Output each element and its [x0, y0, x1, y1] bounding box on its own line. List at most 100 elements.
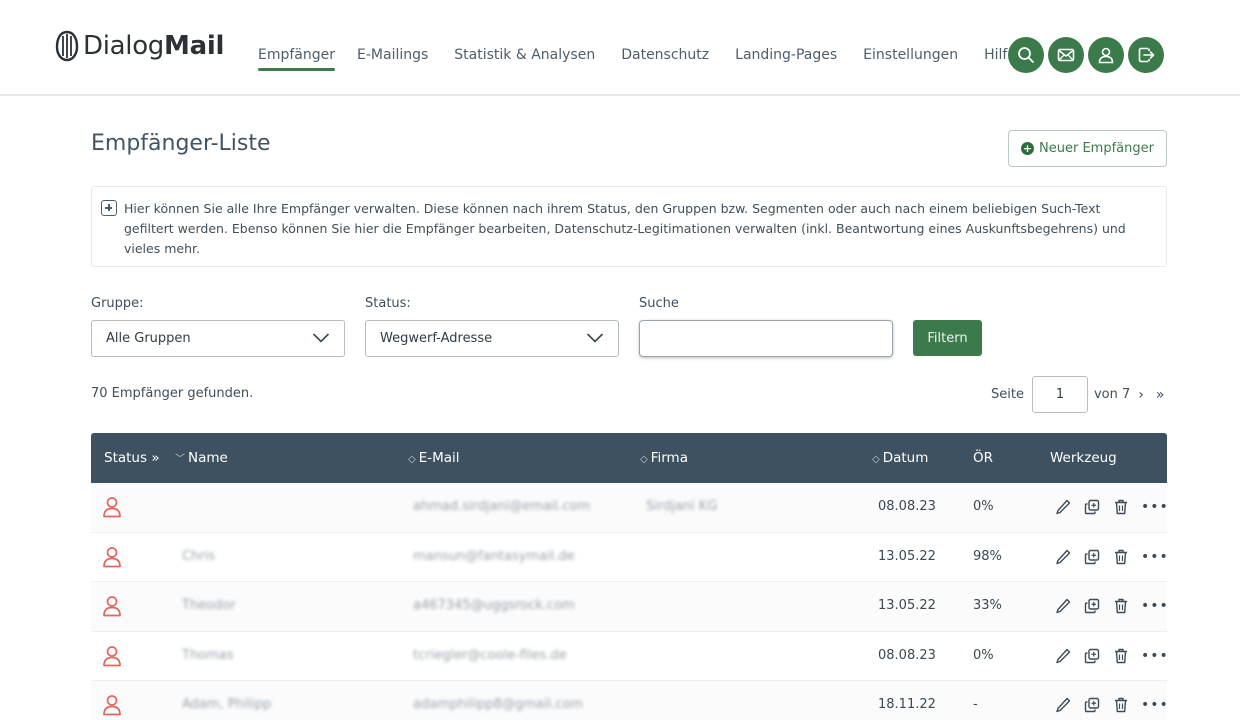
edit-pencil-icon[interactable]	[1054, 498, 1072, 516]
group-label: Gruppe:	[91, 296, 144, 311]
group-select[interactable]: Alle Gruppen	[91, 320, 345, 357]
column-name[interactable]: ﹀ Name	[175, 450, 228, 466]
trash-icon[interactable]	[1112, 597, 1130, 615]
page-title: Empfänger-Liste	[91, 131, 271, 156]
plus-circle-icon: +	[1021, 142, 1035, 155]
logo[interactable]: DialogMail	[54, 30, 224, 62]
cell-open-rate: 33%	[973, 598, 1002, 613]
copy-icon[interactable]	[1083, 548, 1101, 566]
status-expand-icon[interactable]: »	[151, 450, 159, 466]
cell-email: adamphilipp8@gmail.com	[413, 697, 583, 712]
table-row[interactable]: Theodor a467345@uggsrock.com 13.05.22 33…	[91, 582, 1169, 632]
column-email[interactable]: ◇ E-Mail	[408, 450, 460, 466]
next-page-button[interactable]: ›	[1138, 387, 1144, 403]
sort-icon: ◇	[408, 454, 416, 465]
cell-open-rate: 0%	[973, 499, 994, 514]
more-options-icon[interactable]: •••	[1141, 498, 1169, 516]
trash-icon[interactable]	[1112, 548, 1130, 566]
table-row[interactable]: Adam, Philipp adamphilipp8@gmail.com 18.…	[91, 681, 1169, 720]
copy-icon[interactable]	[1083, 597, 1101, 615]
main-nav: Empfänger E-Mailings Statistik & Analyse…	[258, 45, 1042, 71]
group-select-value: Alle Gruppen	[106, 331, 191, 346]
copy-icon[interactable]	[1083, 498, 1101, 516]
cell-name: Thomas	[182, 647, 234, 663]
cell-name: Theodor	[182, 598, 236, 613]
row-tools: •••	[1054, 647, 1169, 665]
status-user-icon	[103, 497, 121, 518]
edit-pencil-icon[interactable]	[1054, 597, 1072, 615]
mail-button[interactable]	[1048, 37, 1084, 73]
logo-icon	[55, 30, 79, 62]
trash-icon[interactable]	[1112, 498, 1130, 516]
nav-item-e-mailings[interactable]: E-Mailings	[357, 45, 428, 65]
table-row[interactable]: Thomas tcriegler@coole-files.de 08.08.23…	[91, 631, 1169, 681]
logout-button[interactable]	[1128, 37, 1164, 73]
status-user-icon	[103, 546, 121, 567]
mail-icon	[1057, 48, 1075, 62]
column-status[interactable]: Status »	[104, 450, 160, 466]
status-user-icon	[103, 695, 121, 716]
nav-item-datenschutz[interactable]: Datenschutz	[621, 45, 709, 65]
nav-item-landing-pages[interactable]: Landing-Pages	[735, 45, 837, 65]
copy-icon[interactable]	[1083, 696, 1101, 714]
column-company[interactable]: ◇ Firma	[640, 450, 688, 466]
table-row[interactable]: ahmad.sirdjani@email.com Sirdjani KG 08.…	[91, 483, 1169, 533]
filter-button[interactable]: Filtern	[913, 320, 982, 356]
logout-icon	[1138, 47, 1155, 63]
table-row[interactable]: Chris mansun@fantasymail.de 13.05.22 98%…	[91, 532, 1169, 582]
nav-item-statistik[interactable]: Statistik & Analysen	[454, 45, 595, 65]
cell-name: Chris	[182, 548, 216, 564]
more-options-icon[interactable]: •••	[1141, 647, 1169, 665]
cell-email: ahmad.sirdjani@email.com	[413, 499, 591, 514]
cell-date: 08.08.23	[878, 647, 936, 663]
logo-text: DialogMail	[83, 31, 225, 61]
expand-plus-icon[interactable]	[101, 200, 117, 216]
status-user-icon	[103, 596, 121, 617]
trash-icon[interactable]	[1112, 647, 1130, 665]
cell-open-rate: 98%	[973, 548, 1002, 564]
status-user-icon	[103, 645, 121, 666]
header-actions	[1008, 37, 1168, 73]
nav-item-einstellungen[interactable]: Einstellungen	[863, 45, 958, 65]
row-tools: •••	[1054, 498, 1169, 516]
more-options-icon[interactable]: •••	[1141, 696, 1169, 714]
edit-pencil-icon[interactable]	[1054, 647, 1072, 665]
sort-icon: ◇	[640, 454, 648, 465]
cell-open-rate: -	[973, 697, 978, 712]
copy-icon[interactable]	[1083, 647, 1101, 665]
cell-date: 13.05.22	[878, 548, 936, 564]
info-text: Hier können Sie alle Ihre Empfänger verw…	[124, 201, 1126, 256]
result-count: 70 Empfänger gefunden.	[91, 386, 254, 401]
sort-down-icon: ﹀	[175, 454, 185, 465]
column-open-rate[interactable]: ÖR	[973, 450, 993, 466]
search-button[interactable]	[1008, 37, 1044, 73]
recipients-table: Status » ﹀ Name ◇ E-Mail ◇ Firma ◇ Datum ÖR …	[91, 433, 1169, 720]
status-select-value: Wegwerf-Adresse	[380, 331, 493, 346]
profile-button[interactable]	[1088, 37, 1124, 73]
more-options-icon[interactable]: •••	[1141, 548, 1169, 566]
cell-email: mansun@fantasymail.de	[413, 548, 575, 564]
row-tools: •••	[1054, 597, 1169, 615]
edit-pencil-icon[interactable]	[1054, 696, 1072, 714]
more-options-icon[interactable]: •••	[1141, 597, 1169, 615]
cell-company: Sirdjani KG	[646, 499, 718, 514]
cell-date: 13.05.22	[878, 598, 936, 613]
trash-icon[interactable]	[1112, 696, 1130, 714]
cell-date: 18.11.22	[878, 697, 936, 712]
new-recipient-label: Neuer Empfänger	[1039, 141, 1154, 156]
nav-item-empfaenger[interactable]: Empfänger	[258, 45, 336, 71]
new-recipient-button[interactable]: + Neuer Empfänger	[1008, 130, 1167, 167]
user-icon	[1098, 47, 1114, 64]
cell-email: tcriegler@coole-files.de	[413, 647, 567, 663]
row-tools: •••	[1054, 696, 1169, 714]
info-box: Hier können Sie alle Ihre Empfänger verw…	[91, 186, 1167, 267]
status-label: Status:	[365, 296, 411, 311]
cell-email: a467345@uggsrock.com	[413, 598, 575, 613]
page-number-input[interactable]	[1031, 376, 1088, 413]
column-date[interactable]: ◇ Datum	[872, 450, 928, 466]
cell-open-rate: 0%	[973, 647, 994, 663]
edit-pencil-icon[interactable]	[1054, 548, 1072, 566]
search-input[interactable]	[639, 320, 893, 357]
last-page-button[interactable]: »	[1156, 387, 1165, 403]
status-select[interactable]: Wegwerf-Adresse	[365, 320, 619, 357]
